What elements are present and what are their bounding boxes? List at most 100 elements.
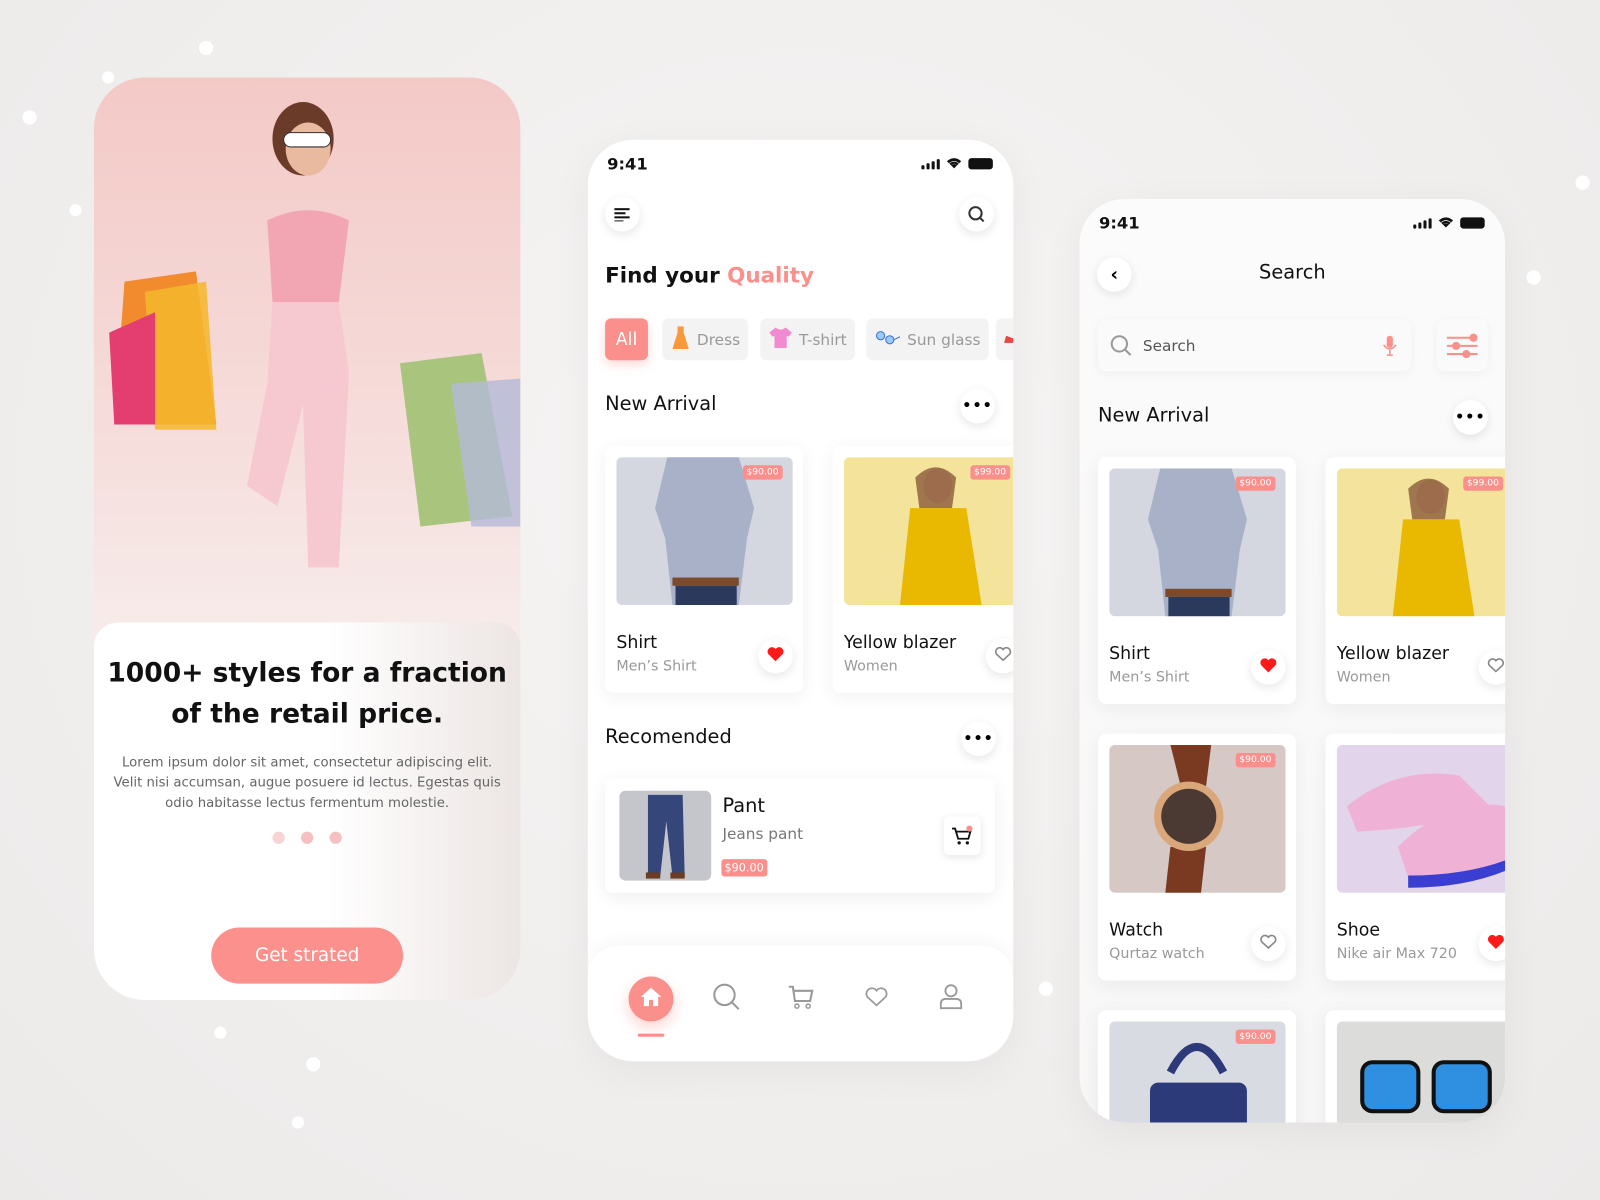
- nav-cart[interactable]: [779, 977, 824, 1022]
- more-icon: •••: [963, 730, 994, 747]
- onboarding-headline: 1000+ styles for a fraction of the retai…: [107, 658, 507, 730]
- status-time: 9:41: [607, 154, 648, 174]
- search-button[interactable]: [959, 196, 994, 232]
- search-input[interactable]: Search: [1097, 319, 1412, 372]
- product-name: Shirt: [616, 632, 658, 654]
- filter-button[interactable]: [1436, 319, 1488, 372]
- page-dot[interactable]: [329, 831, 342, 844]
- dress-icon: [670, 325, 690, 354]
- filter-sliders-icon: [1446, 333, 1478, 358]
- heart-filled-icon: [1259, 657, 1277, 677]
- category-chip-label: T-shirt: [798, 330, 847, 349]
- price-badge: $99.00: [1462, 476, 1504, 491]
- product-name: Shirt: [1109, 643, 1150, 665]
- page-dot[interactable]: [272, 831, 285, 844]
- battery-icon: [968, 158, 993, 170]
- price-badge: $90.00: [1235, 753, 1276, 768]
- product-card[interactable]: $90.00 Watch Qurtaz watch: [1097, 733, 1296, 981]
- favorite-button[interactable]: [1251, 649, 1286, 685]
- user-icon: [939, 984, 963, 1015]
- product-card[interactable]: $99.00 Yellow blazer Women: [832, 445, 1014, 693]
- menu-button[interactable]: [605, 196, 640, 232]
- category-chip-all[interactable]: All: [605, 318, 648, 361]
- product-name: Yellow blazer: [843, 632, 957, 654]
- signal-icon: [921, 159, 940, 170]
- product-card[interactable]: $99.00 Yellow blazer Women: [1325, 457, 1506, 705]
- price-badge: $90.00: [1235, 476, 1276, 491]
- product-card[interactable]: $90.00 Shirt Men’s Shirt: [605, 445, 804, 693]
- more-icon: •••: [962, 397, 993, 415]
- bottom-nav: [587, 945, 1014, 1062]
- sunglass-icon: [874, 329, 901, 349]
- category-chip-label: All: [615, 329, 638, 350]
- search-screen: 9:41 ‹ Search Search New Arrival ••• $90…: [1079, 198, 1506, 1123]
- product-card[interactable]: [1325, 1010, 1506, 1123]
- canvas: 1000+ styles for a fraction of the retai…: [0, 0, 1600, 1200]
- product-subtitle: Qurtaz watch: [1109, 945, 1205, 963]
- favorite-button[interactable]: [985, 638, 1014, 674]
- nav-favorites[interactable]: [854, 977, 899, 1022]
- nav-search[interactable]: [704, 977, 749, 1022]
- category-chip-more[interactable]: [995, 318, 1014, 361]
- decor-dot: [306, 1057, 321, 1072]
- product-card[interactable]: $90.00: [1097, 1010, 1296, 1123]
- nav-home[interactable]: [628, 976, 674, 1037]
- decor-dot: [1526, 270, 1541, 285]
- recommended-subtitle: Jeans pant: [722, 824, 804, 843]
- recommended-heading: Recomended: [605, 725, 732, 748]
- decor-dot: [22, 110, 37, 125]
- price-badge: $90.00: [721, 859, 767, 877]
- search-icon: [1110, 334, 1132, 356]
- signal-icon: [1413, 218, 1432, 229]
- recommended-item[interactable]: Pant Jeans pant $90.00: [605, 778, 995, 893]
- get-started-button[interactable]: Get strated: [211, 927, 404, 984]
- favorite-button[interactable]: [1251, 926, 1286, 962]
- product-image-blazer: $99.00: [1336, 468, 1506, 617]
- status-icons: [921, 157, 993, 170]
- add-to-cart-button[interactable]: [943, 816, 981, 856]
- product-image-watch: $90.00: [1109, 744, 1286, 893]
- heart-filled-icon: [766, 646, 784, 666]
- microphone-icon[interactable]: [1383, 334, 1397, 356]
- heart-icon: [863, 986, 890, 1013]
- decor-dot: [1038, 981, 1054, 996]
- decor-dot: [198, 40, 214, 56]
- tshirt-icon: [768, 326, 792, 353]
- product-card[interactable]: Shoe Nike air Max 720: [1325, 733, 1506, 981]
- product-image-shirt: $90.00: [616, 457, 793, 606]
- category-chip-label: Dress: [696, 330, 741, 349]
- category-chip-label: Sun glass: [907, 330, 981, 349]
- battery-icon: [1460, 217, 1485, 229]
- category-chip-dress[interactable]: Dress: [662, 318, 749, 361]
- search-placeholder: Search: [1142, 336, 1196, 355]
- product-subtitle: Men’s Shirt: [1109, 669, 1190, 686]
- new-arrival-heading: New Arrival: [1097, 404, 1210, 427]
- favorite-button[interactable]: [1478, 926, 1506, 962]
- decor-dot: [1575, 175, 1590, 190]
- hero-image-woman-with-shopping-bags: [94, 78, 521, 629]
- product-image-sunglass: [1336, 1021, 1506, 1123]
- new-arrival-more-button[interactable]: •••: [1453, 399, 1488, 435]
- new-arrival-more-button[interactable]: •••: [960, 388, 995, 424]
- favorite-button[interactable]: [758, 638, 793, 674]
- page-dot[interactable]: [301, 831, 314, 844]
- favorite-button[interactable]: [1478, 649, 1506, 685]
- new-arrival-heading: New Arrival: [605, 392, 717, 416]
- heart-filled-icon: [1487, 934, 1505, 954]
- status-time: 9:41: [1098, 213, 1140, 233]
- category-chip-sun-glass[interactable]: Sun glass: [866, 318, 989, 361]
- nav-profile[interactable]: [929, 977, 974, 1022]
- category-chip-t-shirt[interactable]: T-shirt: [760, 318, 855, 361]
- product-card[interactable]: $90.00 Shirt Men’s Shirt: [1097, 457, 1296, 705]
- search-icon: [968, 206, 985, 223]
- decor-dot: [69, 204, 82, 217]
- wifi-icon: [1438, 217, 1454, 228]
- page-indicator: [272, 831, 342, 844]
- recommended-more-button[interactable]: •••: [961, 721, 996, 757]
- heart-outline-icon: [1487, 657, 1505, 677]
- title-accent: Quality: [727, 263, 814, 288]
- menu-icon: [614, 208, 630, 222]
- product-subtitle: Women: [1336, 669, 1391, 686]
- onboarding-screen: 1000+ styles for a fraction of the retai…: [93, 77, 521, 1000]
- shoe-icon: [1004, 330, 1014, 348]
